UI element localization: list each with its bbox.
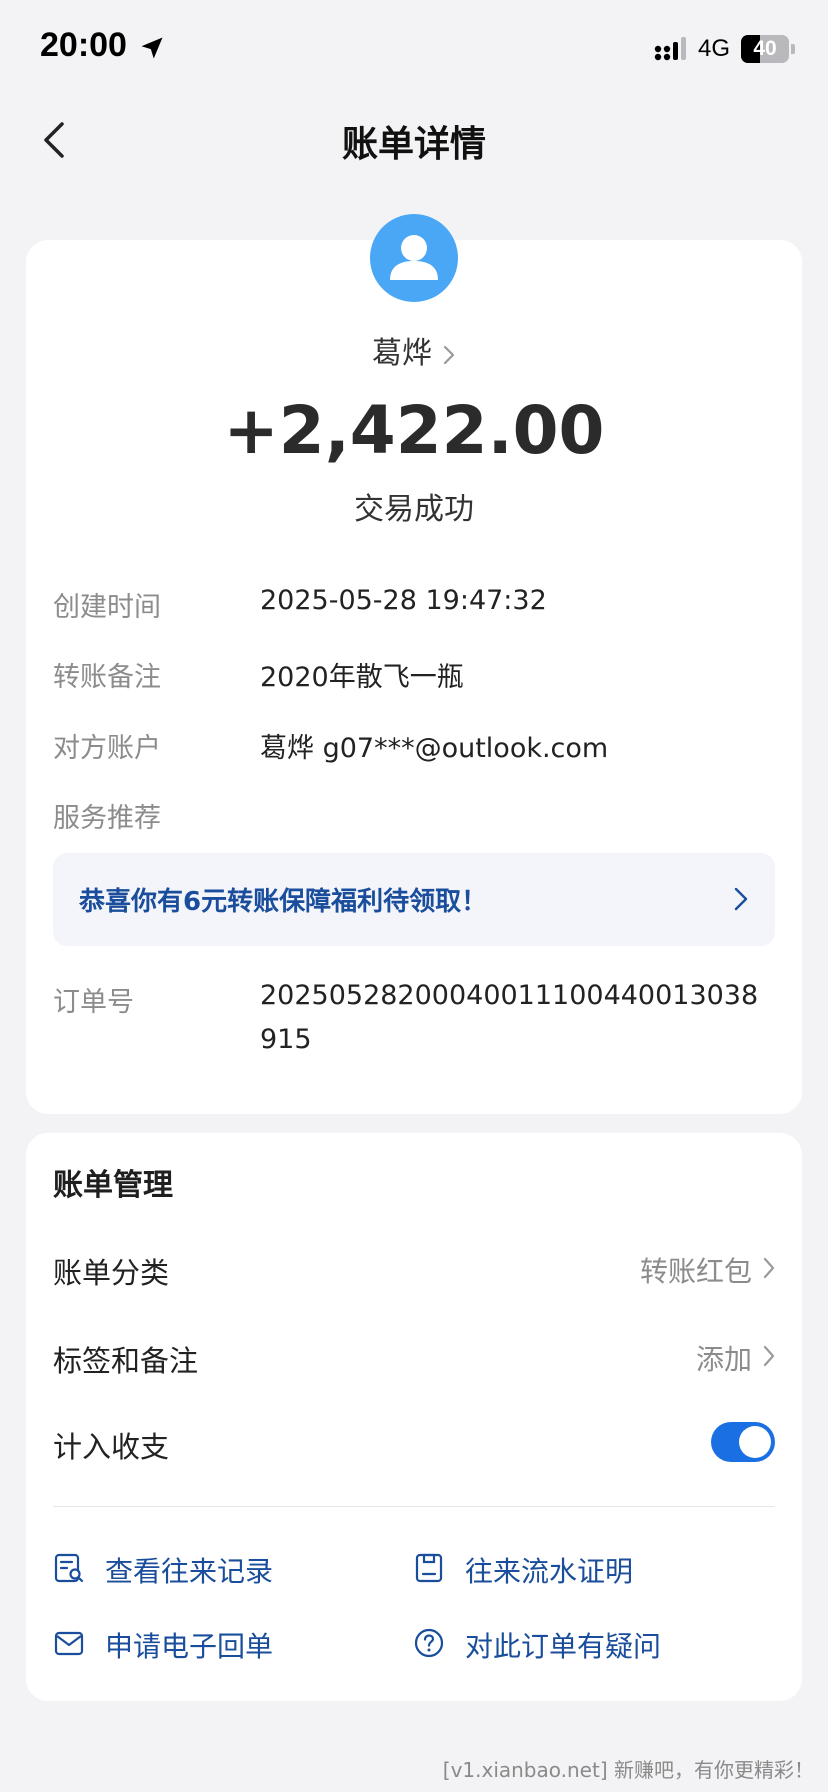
transaction-status: 交易成功 — [354, 492, 474, 527]
promo-text: 恭喜你有6元转账保障福利待领取！ — [79, 887, 488, 917]
include-in-budget-toggle[interactable] — [711, 1422, 775, 1462]
bill-management-card — [26, 1133, 802, 1701]
status-bar: 20:00 4G 40 — [0, 0, 828, 100]
order-number-value: 20250528200040011100440013038915 — [260, 980, 759, 1055]
view-history-button[interactable]: 查看往来记录 — [53, 1548, 353, 1588]
record-search-icon — [54, 1553, 84, 1583]
payee-link[interactable]: 葛烨 — [0, 328, 828, 372]
avatar[interactable] — [370, 214, 458, 302]
transfer-note-value: 2020年散飞一瓶 — [260, 662, 464, 693]
view-history-label: 查看往来记录 — [105, 1555, 274, 1588]
chevron-right-icon — [763, 1345, 775, 1367]
e-receipt-button[interactable]: 申请电子回单 — [53, 1623, 353, 1663]
page-title: 账单详情 — [341, 124, 486, 165]
tags-notes-label: 标签和备注 — [53, 1344, 199, 1378]
promo-banner[interactable]: 恭喜你有6元转账保障福利待领取！ — [53, 853, 775, 946]
battery-level: 40 — [753, 37, 777, 60]
counterparty-account-label: 对方账户 — [53, 733, 161, 764]
mail-icon — [54, 1631, 84, 1656]
statement-proof-label: 往来流水证明 — [465, 1555, 634, 1588]
bill-management-title: 账单管理 — [53, 1168, 173, 1203]
chevron-right-icon — [443, 345, 455, 364]
order-question-label: 对此订单有疑问 — [465, 1630, 662, 1663]
bill-category-value[interactable]: 转账红包 — [640, 1250, 752, 1290]
signal-icon — [654, 37, 686, 61]
chevron-right-icon — [763, 1257, 775, 1279]
tags-notes-add[interactable]: 添加 — [696, 1338, 752, 1378]
include-in-budget-label: 计入收支 — [53, 1430, 170, 1464]
statement-icon — [415, 1553, 443, 1583]
watermark: [v1.xianbao.net] 新赚吧，有你更精彩！ — [442, 1758, 814, 1782]
created-time-value: 2025-05-28 19:47:32 — [260, 585, 547, 616]
order-question-button[interactable]: 对此订单有疑问 — [413, 1623, 713, 1663]
transaction-amount: +2,422.00 — [223, 392, 605, 469]
toggle-knob — [739, 1426, 771, 1458]
order-number-label: 订单号 — [53, 987, 134, 1018]
service-recommend-label: 服务推荐 — [53, 803, 161, 834]
e-receipt-label: 申请电子回单 — [105, 1630, 274, 1663]
battery-icon: 40 — [741, 35, 795, 63]
divider — [53, 1506, 775, 1507]
counterparty-account-value: 葛烨 g07***@outlook.com — [260, 733, 609, 764]
question-icon — [414, 1628, 444, 1658]
network-type: 4G — [698, 35, 731, 62]
transfer-note-label: 转账备注 — [53, 662, 161, 693]
user-icon — [390, 235, 438, 280]
location-arrow-icon — [141, 37, 163, 59]
status-time: 20:00 — [40, 26, 127, 64]
created-time-label: 创建时间 — [53, 592, 161, 623]
bill-category-label: 账单分类 — [53, 1256, 170, 1290]
payee-name: 葛烨 — [372, 336, 432, 371]
statement-proof-button[interactable]: 往来流水证明 — [413, 1548, 713, 1588]
chevron-right-icon — [734, 887, 748, 911]
